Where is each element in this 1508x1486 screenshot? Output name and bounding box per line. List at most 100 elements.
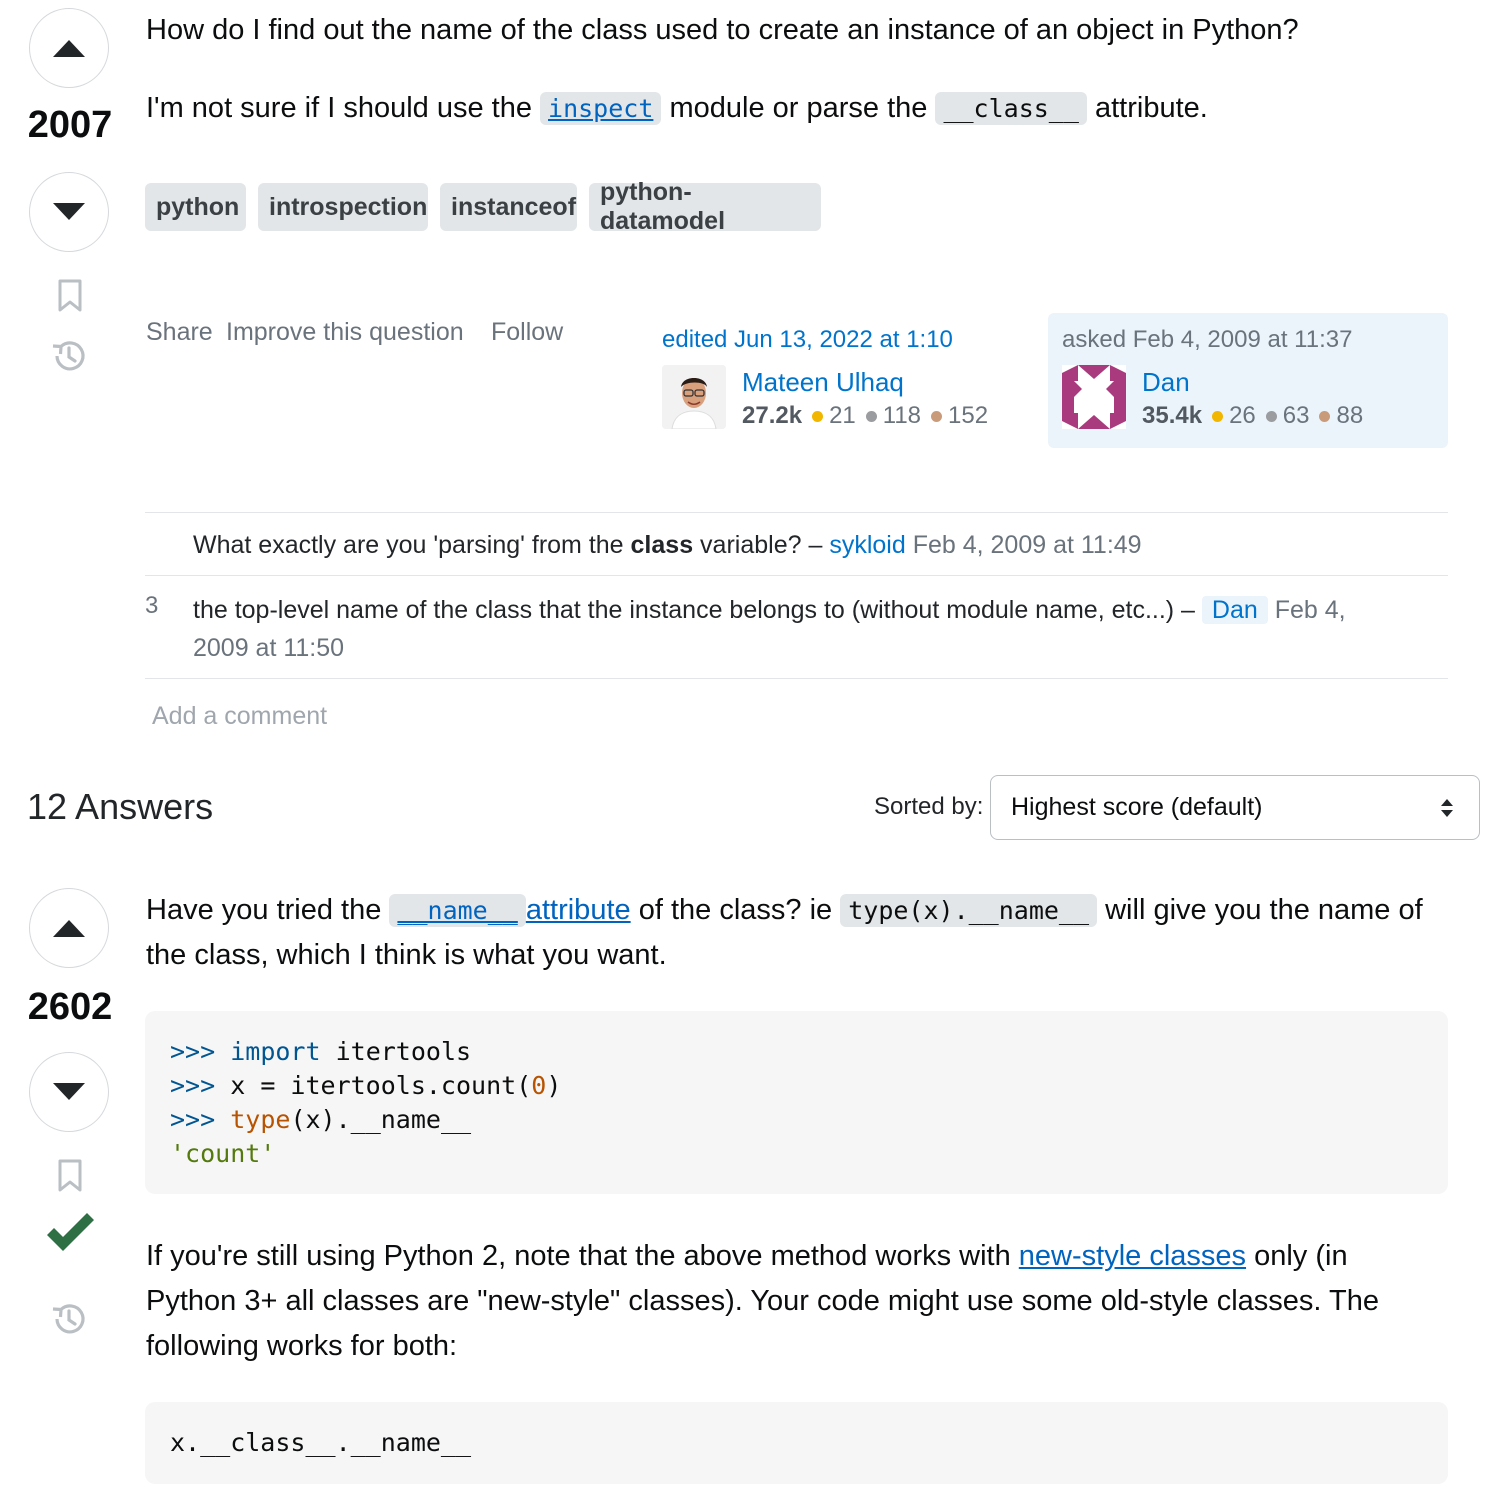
code-token: ) xyxy=(546,1071,562,1100)
owner-avatar[interactable] xyxy=(1062,365,1126,429)
sort-select-value: Highest score (default) xyxy=(1011,793,1263,821)
comment-text: What exactly are you 'parsing' from the xyxy=(193,531,624,559)
comment-body: What exactly are you 'parsing' from the … xyxy=(193,526,1142,564)
upvote-button[interactable] xyxy=(29,8,109,88)
history-icon xyxy=(52,1304,85,1334)
gold-badge-icon xyxy=(812,410,824,422)
comment-text: variable? – xyxy=(700,531,823,559)
inspect-link[interactable]: inspect xyxy=(540,92,662,125)
answer-para1-line1: Have you tried the __name__ attribute of … xyxy=(146,888,1423,933)
prompt-token: >>> xyxy=(170,1037,216,1066)
code-line: >>> type(x).__name__ xyxy=(170,1103,1423,1137)
question-score: 2007 xyxy=(27,104,113,146)
new-style-classes-link[interactable]: new-style classes xyxy=(1019,1240,1246,1272)
reputation-score: 35.4k xyxy=(1142,402,1203,429)
body-text: of the class? ie xyxy=(638,894,833,926)
bookmark-icon xyxy=(58,1159,82,1192)
owner-name-link[interactable]: Dan xyxy=(1142,367,1190,398)
comments-divider xyxy=(145,678,1448,688)
asked-timestamp: asked Feb 4, 2009 at 11:37 xyxy=(1062,326,1353,353)
editor-avatar[interactable] xyxy=(662,365,726,429)
body-text: module or parse the xyxy=(669,92,928,124)
answer-timeline-button[interactable] xyxy=(48,1298,90,1340)
answer-score: 2602 xyxy=(27,986,113,1028)
answer-para1-line2: the class, which I think is what you wan… xyxy=(146,939,667,971)
answer-para2-line2: Python 3+ all classes are "new-style" cl… xyxy=(146,1285,1379,1317)
attribute-link[interactable]: attribute xyxy=(526,894,631,926)
body-text: attribute. xyxy=(1094,92,1208,124)
silver-count: 63 xyxy=(1282,402,1310,429)
answer-para2-line1: If you're still using Python 2, note tha… xyxy=(146,1234,1348,1279)
identicon-icon xyxy=(1062,365,1126,429)
code-block: x.__class__.__name__ xyxy=(145,1402,1448,1484)
code-line: x.__class__.__name__ xyxy=(170,1428,472,1457)
silver-badge-icon xyxy=(865,410,877,422)
body-text: Have you tried the xyxy=(146,894,382,926)
silver-badge-icon xyxy=(1265,410,1277,422)
edited-timestamp[interactable]: edited Jun 13, 2022 at 1:10 xyxy=(662,326,953,354)
silver-count: 118 xyxy=(882,402,922,429)
bronze-badge-icon xyxy=(1319,410,1331,422)
share-link[interactable]: Share xyxy=(146,318,213,347)
comment-body: the top-level name of the class that the… xyxy=(193,591,1346,629)
bronze-badges: 152 xyxy=(931,402,988,430)
gold-badges: 21 xyxy=(812,402,856,430)
answer-bookmark-button[interactable] xyxy=(50,1156,90,1196)
code-line: >>> x = itertools.count(0) xyxy=(170,1069,1423,1103)
bookmark-icon xyxy=(58,279,82,312)
code-line: >>> import itertools xyxy=(170,1035,1423,1069)
user-photo-icon xyxy=(662,365,726,429)
arrow-down-icon xyxy=(53,1083,85,1100)
code-line: 'count' xyxy=(170,1137,1423,1171)
question-body-line2: I'm not sure if I should use the inspect… xyxy=(146,86,1208,131)
sort-select[interactable]: Highest score (default) xyxy=(990,775,1480,840)
add-comment-link[interactable]: Add a comment xyxy=(152,702,327,731)
gold-badges: 26 xyxy=(1212,402,1256,430)
comment-user-link[interactable]: sykloid xyxy=(829,531,905,559)
comment-date[interactable]: Feb 4, xyxy=(1275,596,1346,624)
body-text: I'm not sure if I should use the xyxy=(146,92,532,124)
body-text: If you're still using Python 2, note tha… xyxy=(146,1240,1011,1272)
downvote-button[interactable] xyxy=(29,172,109,252)
bookmark-button[interactable] xyxy=(50,276,90,316)
arrow-down-icon xyxy=(53,203,85,220)
gold-count: 26 xyxy=(1229,402,1256,429)
builtin-token: type xyxy=(230,1105,291,1134)
reputation-score: 27.2k xyxy=(742,402,803,429)
bronze-badge-icon xyxy=(931,410,943,422)
sort-label: Sorted by: xyxy=(874,793,984,820)
tag-python[interactable]: python xyxy=(145,183,246,231)
keyword-token: import xyxy=(230,1037,321,1066)
code-block: >>> import itertools >>> x = itertools.co… xyxy=(145,1011,1448,1194)
comment-date[interactable]: Feb 4, 2009 at 11:49 xyxy=(913,531,1142,559)
comment-item: 3 the top-level name of the class that t… xyxy=(145,575,1448,679)
timeline-button[interactable] xyxy=(48,335,90,377)
bronze-badges: 88 xyxy=(1319,402,1363,430)
owner-reputation: 35.4k 26 63 88 xyxy=(1142,402,1363,430)
answer-downvote-button[interactable] xyxy=(29,1052,109,1132)
body-text: will give you the name of xyxy=(1105,894,1423,926)
editor-reputation: 27.2k 21 118 152 xyxy=(742,402,988,430)
tag-introspection[interactable]: introspection xyxy=(258,183,428,231)
body-text: only (in xyxy=(1254,1240,1348,1272)
tag-python-datamodel[interactable]: python-datamodel xyxy=(589,178,821,235)
select-arrows-icon xyxy=(1441,799,1453,817)
comment-score: 3 xyxy=(145,592,159,619)
follow-link[interactable]: Follow xyxy=(491,318,563,347)
gold-badge-icon xyxy=(1212,410,1224,422)
prompt-token: >>> xyxy=(170,1071,216,1100)
tag-instanceof[interactable]: instanceof xyxy=(440,183,577,231)
editor-name-link[interactable]: Mateen Ulhaq xyxy=(742,367,904,398)
bronze-count: 152 xyxy=(948,402,989,429)
question-body-line1: How do I find out the name of the class … xyxy=(146,14,1299,46)
improve-question-link[interactable]: Improve this question xyxy=(226,318,464,347)
name-attribute-code-link[interactable]: __name__ xyxy=(389,894,526,927)
comment-bold-text: class xyxy=(630,531,694,559)
bronze-count: 88 xyxy=(1336,402,1364,429)
arrow-up-icon xyxy=(53,920,85,937)
comment-owner-link[interactable]: Dan xyxy=(1201,596,1268,624)
answer-para2-line3: following works for both: xyxy=(146,1330,458,1362)
gold-count: 21 xyxy=(829,402,856,429)
answer-upvote-button[interactable] xyxy=(29,888,109,968)
comment-date-cont[interactable]: 2009 at 11:50 xyxy=(193,629,344,667)
